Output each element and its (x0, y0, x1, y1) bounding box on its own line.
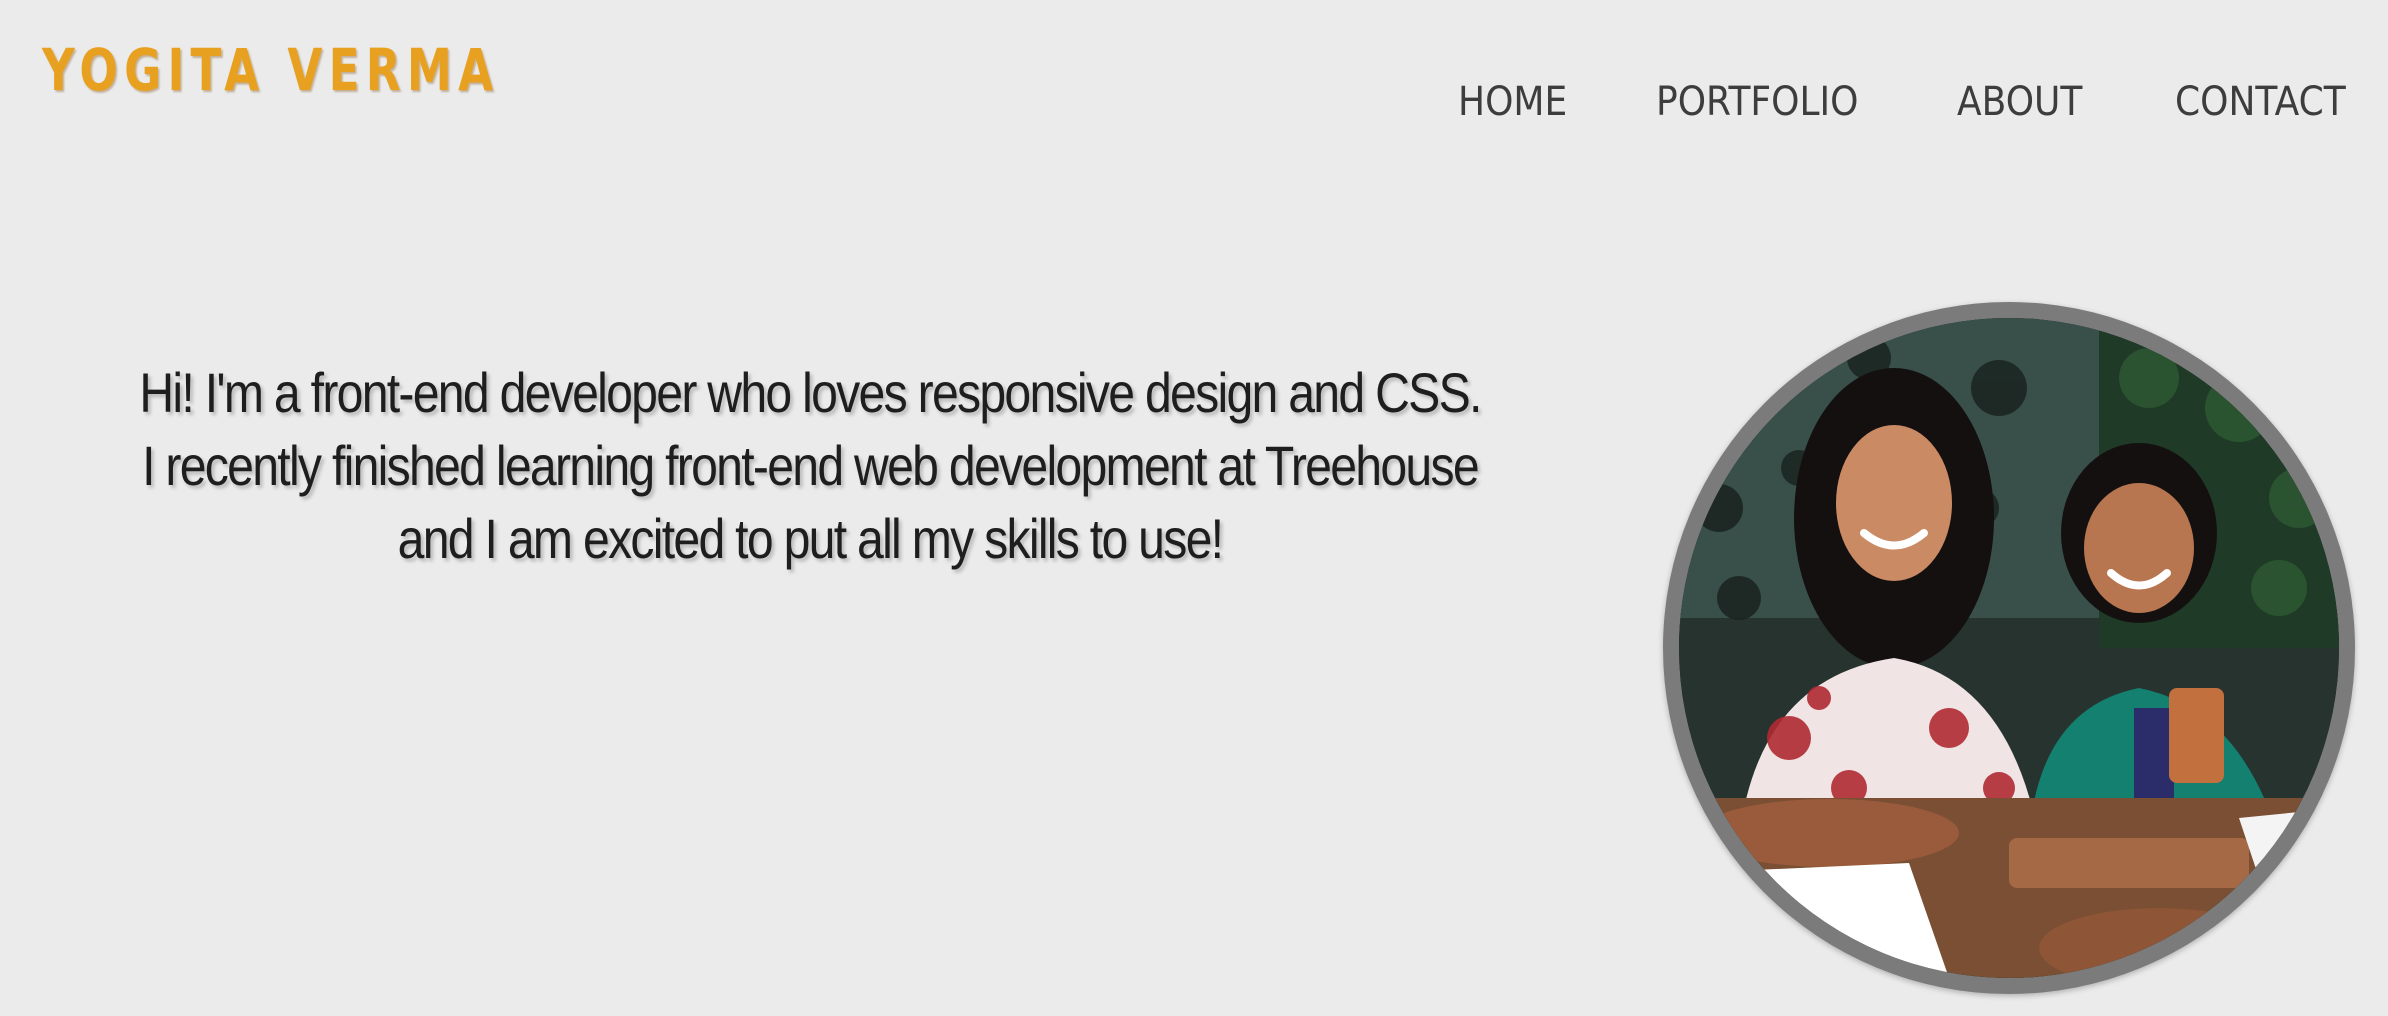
profile-photo-frame (1663, 302, 2355, 994)
main-nav: HOME PORTFOLIO ABOUT CONTACT (1400, 72, 2350, 132)
nav-item-contact[interactable]: CONTACT (2175, 79, 2346, 125)
site-logo[interactable]: YOGITA VERMA (42, 30, 499, 110)
nav-item-portfolio[interactable]: PORTFOLIO (1656, 79, 1858, 125)
intro-text: Hi! I'm a front-end developer who loves … (139, 361, 1482, 570)
profile-photo-illustration (1679, 318, 2339, 978)
nav-item-home[interactable]: HOME (1458, 79, 1567, 125)
profile-photo (1679, 318, 2339, 978)
nav-item-about[interactable]: ABOUT (1957, 79, 2082, 125)
